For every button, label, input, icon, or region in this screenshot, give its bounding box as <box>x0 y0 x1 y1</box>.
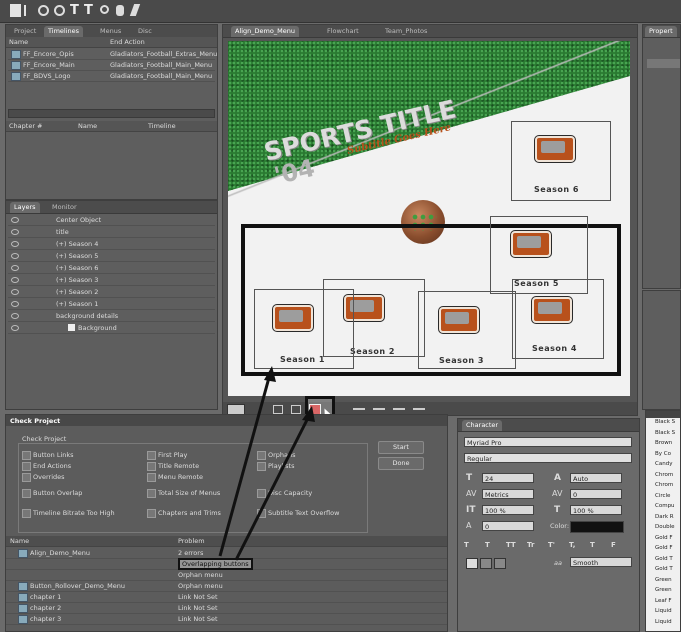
arrowhead-2 <box>302 406 315 422</box>
arrow-to-overlap-button <box>234 413 312 561</box>
annotation-arrows <box>218 366 315 561</box>
arrowhead-1 <box>264 366 276 382</box>
arrow-to-season1 <box>218 373 272 557</box>
